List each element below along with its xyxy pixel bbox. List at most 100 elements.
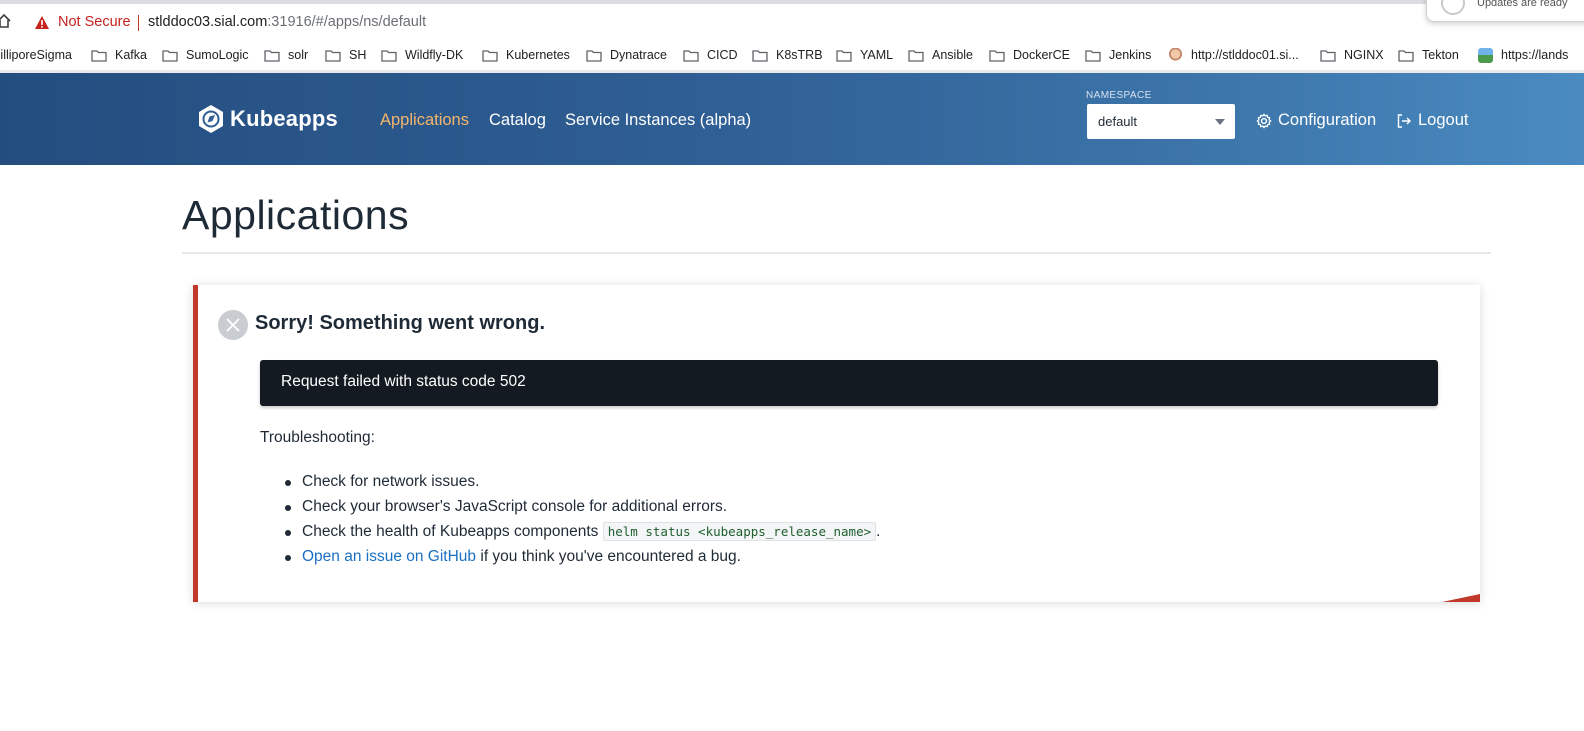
bookmark-kubernetes[interactable]: Kubernetes bbox=[482, 46, 570, 64]
folder-icon bbox=[381, 49, 397, 62]
nav-applications[interactable]: Applications bbox=[380, 111, 469, 130]
bookmark-wildfly-dk[interactable]: Wildfly-DK bbox=[381, 46, 463, 64]
folder-icon bbox=[989, 49, 1005, 62]
address-bar[interactable]: Not Secure stlddoc03.sial.com:31916/#/ap… bbox=[0, 5, 1584, 39]
not-secure-label[interactable]: Not Secure bbox=[58, 14, 131, 30]
folder-icon bbox=[683, 49, 699, 62]
folder-icon bbox=[264, 49, 280, 62]
bookmark-dynatrace[interactable]: Dynatrace bbox=[586, 46, 667, 64]
close-circle-icon bbox=[218, 310, 248, 340]
nav-catalog[interactable]: Catalog bbox=[489, 111, 546, 130]
kubeapps-logo-icon bbox=[199, 105, 223, 133]
bookmark-label: https://lands bbox=[1501, 48, 1569, 62]
bullet bbox=[285, 505, 291, 511]
bookmark-solr[interactable]: solr bbox=[264, 46, 308, 64]
bookmark-milliporesigma[interactable]: MilliporeSigma bbox=[0, 46, 72, 64]
configuration-label: Configuration bbox=[1278, 111, 1377, 129]
logout-icon bbox=[1397, 113, 1411, 128]
folder-icon bbox=[482, 49, 498, 62]
tip-console: Check your browser's JavaScript console … bbox=[302, 498, 728, 515]
bookmarks-bar: MilliporeSigma Kafka SumoLogic solr SH W… bbox=[0, 41, 1584, 68]
folder-icon bbox=[1398, 49, 1414, 62]
namespace-value: default bbox=[1098, 114, 1138, 129]
folder-icon bbox=[1320, 49, 1336, 62]
tip-network: Check for network issues. bbox=[302, 473, 480, 490]
bookmark-label: solr bbox=[288, 48, 309, 62]
error-title: Sorry! Something went wrong. bbox=[255, 312, 546, 334]
namespace-label: NAMESPACE bbox=[1086, 90, 1152, 101]
url-path: :31916/#/apps/ns/default bbox=[267, 14, 427, 30]
bookmark-tekton[interactable]: Tekton bbox=[1398, 46, 1459, 64]
gear-icon bbox=[1256, 113, 1272, 128]
corner-accent bbox=[1442, 594, 1480, 602]
page-title: Applications bbox=[182, 192, 410, 238]
home-icon[interactable] bbox=[0, 13, 12, 29]
bookmark-stlddoc01[interactable]: http://stlddoc01.si... bbox=[1168, 46, 1299, 64]
bookmark-k8strb[interactable]: K8sTRB bbox=[752, 46, 823, 64]
troubleshooting-list: Check for network issues. Check your bro… bbox=[285, 473, 880, 573]
brand-name: Kubeapps bbox=[230, 106, 338, 131]
list-item: Open an issue on GitHub if you think you… bbox=[285, 548, 880, 573]
bookmark-label: YAML bbox=[860, 48, 894, 62]
bookmark-sh[interactable]: SH bbox=[325, 46, 366, 64]
folder-icon bbox=[836, 49, 852, 62]
bookmark-label: Kubernetes bbox=[506, 48, 570, 62]
bullet bbox=[285, 530, 291, 536]
bookmark-yaml[interactable]: YAML bbox=[836, 46, 893, 64]
bookmark-label: DockerCE bbox=[1013, 48, 1070, 62]
list-item: Check for network issues. bbox=[285, 473, 880, 498]
logout-label: Logout bbox=[1418, 111, 1469, 129]
notification-text: Updates are ready bbox=[1477, 0, 1568, 9]
namespace-select[interactable]: default bbox=[1087, 104, 1235, 139]
bullet bbox=[285, 555, 291, 561]
bullet bbox=[285, 480, 291, 486]
bookmark-jenkins[interactable]: Jenkins bbox=[1085, 46, 1151, 64]
update-notification[interactable]: Updates are ready bbox=[1426, 0, 1584, 22]
troubleshooting-label: Troubleshooting: bbox=[260, 429, 375, 446]
list-item: Check your browser's JavaScript console … bbox=[285, 498, 880, 523]
jenkins-favicon-icon bbox=[1168, 47, 1183, 63]
bookmark-label: NGINX bbox=[1344, 48, 1384, 62]
title-divider bbox=[182, 252, 1491, 254]
tip-health-suffix: . bbox=[876, 523, 881, 540]
folder-icon bbox=[752, 49, 768, 62]
bookmark-dockerce[interactable]: DockerCE bbox=[989, 46, 1070, 64]
error-card: Sorry! Something went wrong. Request fai… bbox=[193, 285, 1480, 602]
nav-service-instances[interactable]: Service Instances (alpha) bbox=[565, 111, 751, 130]
bookmark-label: CICD bbox=[707, 48, 738, 62]
bookmark-label: http://stlddoc01.si... bbox=[1191, 48, 1299, 62]
bookmark-label: Ansible bbox=[932, 48, 973, 62]
app-header: Kubeapps Applications Catalog Service In… bbox=[0, 73, 1584, 165]
bookmark-label: MilliporeSigma bbox=[0, 48, 72, 62]
url-text[interactable]: stlddoc03.sial.com:31916/#/apps/ns/defau… bbox=[148, 14, 426, 30]
browser-logo-icon bbox=[1441, 0, 1465, 15]
bookmark-nginx[interactable]: NGINX bbox=[1320, 46, 1384, 64]
bookmark-cicd[interactable]: CICD bbox=[683, 46, 738, 64]
error-message-box: Request failed with status code 502 bbox=[260, 360, 1438, 406]
bookmark-ansible[interactable]: Ansible bbox=[908, 46, 973, 64]
folder-icon bbox=[91, 49, 107, 62]
bookmark-lands[interactable]: https://lands bbox=[1478, 46, 1568, 64]
browser-top-strip bbox=[0, 0, 1584, 4]
tip-github-suffix: if you think you've encountered a bug. bbox=[476, 548, 741, 565]
brand-logo[interactable]: Kubeapps bbox=[197, 103, 338, 135]
bookmark-label: Tekton bbox=[1422, 48, 1459, 62]
bookmark-label: Jenkins bbox=[1109, 48, 1152, 62]
folder-icon bbox=[325, 49, 341, 62]
url-host: stlddoc03.sial.com bbox=[148, 14, 268, 30]
configuration-button[interactable]: Configuration bbox=[1256, 111, 1376, 130]
warning-icon[interactable] bbox=[34, 15, 50, 30]
github-issue-link[interactable]: Open an issue on GitHub bbox=[302, 548, 476, 565]
bookmark-label: SumoLogic bbox=[186, 48, 249, 62]
error-message: Request failed with status code 502 bbox=[281, 373, 526, 390]
bookmark-label: Wildfly-DK bbox=[405, 48, 464, 62]
chevron-down-icon bbox=[1215, 119, 1225, 125]
bookmark-sumologic[interactable]: SumoLogic bbox=[162, 46, 249, 64]
folder-icon bbox=[162, 49, 178, 62]
bookmark-label: Dynatrace bbox=[610, 48, 667, 62]
folder-icon bbox=[1085, 49, 1101, 62]
logout-button[interactable]: Logout bbox=[1396, 111, 1468, 130]
bookmark-label: SH bbox=[349, 48, 367, 62]
bookmark-kafka[interactable]: Kafka bbox=[91, 46, 147, 64]
folder-icon bbox=[908, 49, 924, 62]
